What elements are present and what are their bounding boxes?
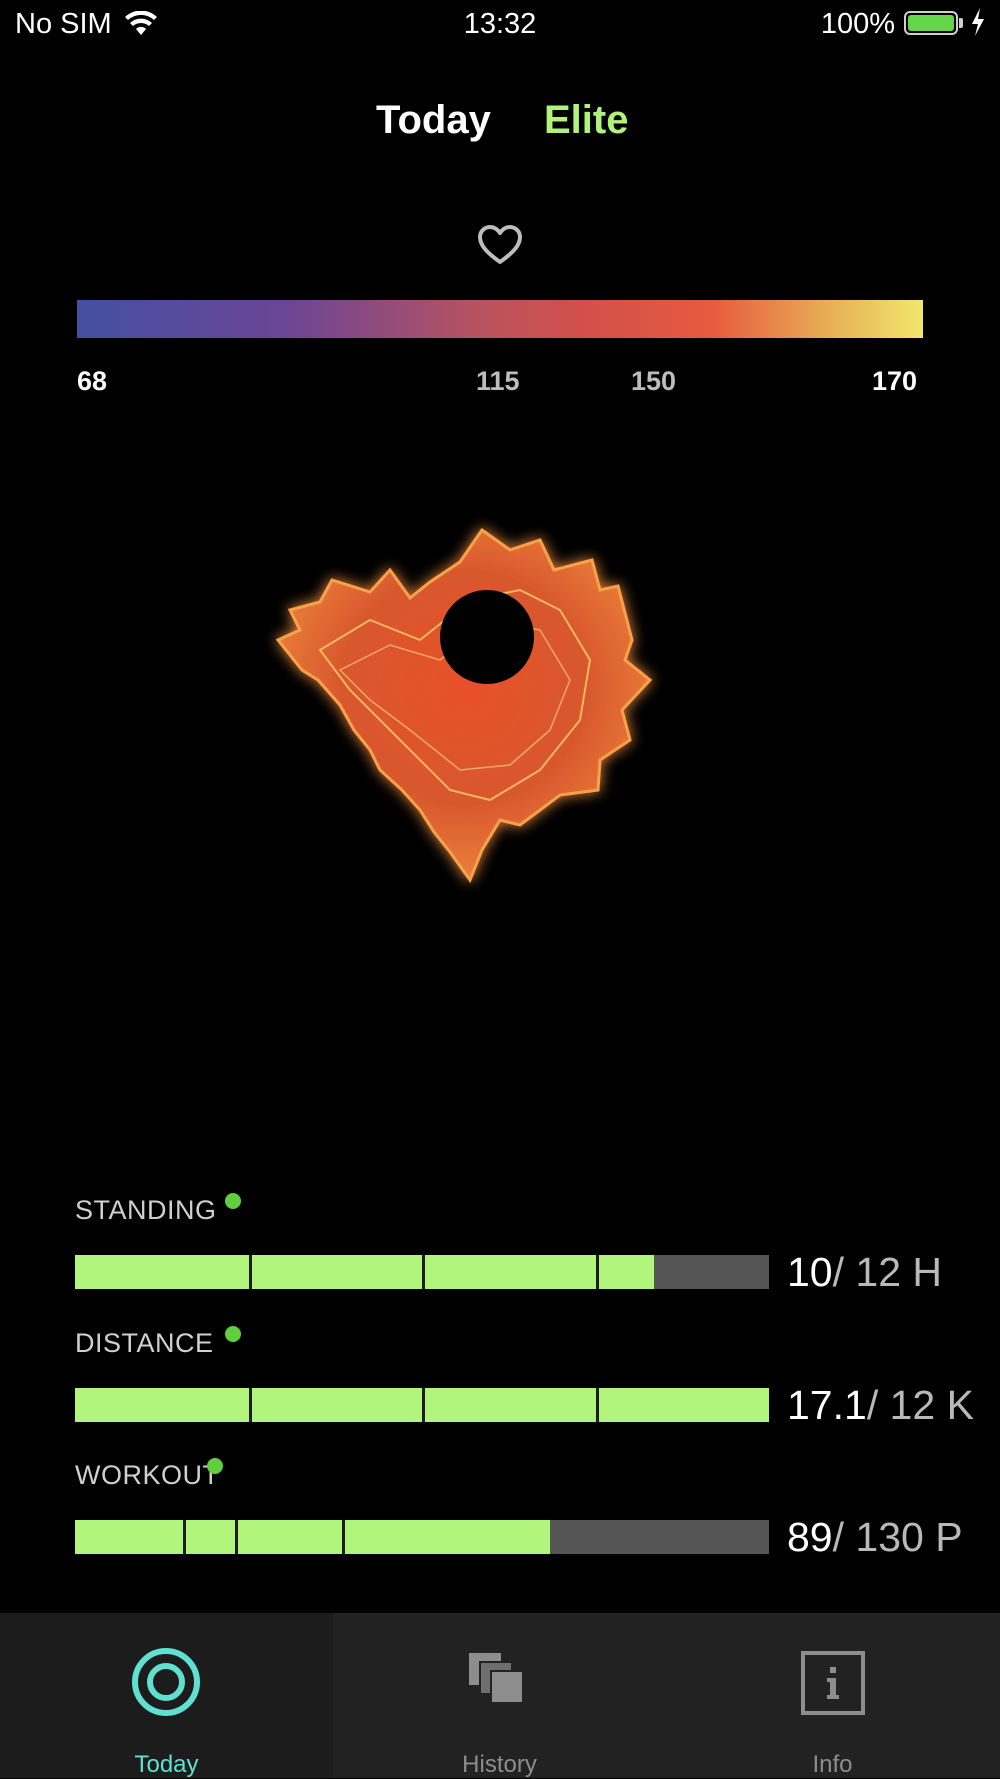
standing-progress-bar (75, 1255, 769, 1289)
distance-progress-segment-divider (595, 1388, 599, 1422)
distance-progress-segment-divider (422, 1388, 425, 1422)
distance-progress-bar (75, 1388, 769, 1422)
standing-progress-segment-divider (595, 1255, 599, 1289)
distance-label: DISTANCE (75, 1328, 214, 1358)
distance-status-dot (225, 1326, 241, 1342)
distance-value: 17.1/ 12 K (787, 1382, 974, 1429)
standing-label: STANDING (75, 1195, 217, 1225)
charging-bolt-icon (972, 8, 984, 36)
workout-progress-segment-divider (342, 1520, 346, 1554)
workout-label: WORKOUT (75, 1460, 220, 1490)
heart-rate-visualization (275, 527, 653, 884)
tab-today-label: Today (134, 1751, 199, 1778)
standing-progress-fill (75, 1255, 655, 1289)
workout-status-dot (207, 1458, 223, 1474)
workout-progress-segment-divider (234, 1520, 238, 1554)
workout-progress-segment-divider (182, 1520, 186, 1554)
header-tab-elite[interactable]: Elite (544, 98, 628, 143)
header-tab-today[interactable]: Today (376, 98, 491, 143)
tab-history-label: History (462, 1751, 537, 1778)
battery-percentage: 100% (820, 8, 895, 40)
distance-progress-segment-divider (248, 1388, 252, 1422)
heart-icon (478, 225, 522, 264)
workout-value: 89/ 130 P (787, 1514, 963, 1561)
standing-value: 10/ 12 H (787, 1249, 942, 1296)
standing-progress-segment-divider (248, 1255, 252, 1289)
target-icon (132, 1648, 200, 1716)
standing-progress-segment-divider (422, 1255, 425, 1289)
stacked-layers-icon (469, 1653, 524, 1704)
tab-bar: Today History Info (0, 1613, 1000, 1778)
scale-label-min: 68 (77, 366, 108, 396)
scale-label-max: 170 (872, 366, 918, 396)
workout-current-value: 89 (787, 1514, 833, 1560)
workout-goal-value: / 130 P (832, 1514, 963, 1560)
heart-rate-gradient-bar (77, 300, 923, 338)
standing-status-dot (225, 1193, 241, 1209)
workout-progress-bar (75, 1520, 769, 1554)
battery-cap (959, 18, 963, 28)
scale-label-high: 150 (631, 366, 677, 396)
distance-goal-value: / 12 K (866, 1382, 974, 1428)
battery-icon (904, 11, 958, 35)
tab-today[interactable]: Today (0, 1613, 333, 1778)
tab-history[interactable]: History (333, 1613, 666, 1778)
standing-current-value: 10 (787, 1249, 833, 1295)
workout-progress-fill (75, 1520, 551, 1554)
standing-goal-value: / 12 H (832, 1249, 942, 1295)
tab-info-label: Info (812, 1751, 853, 1778)
tab-info[interactable]: Info (666, 1613, 999, 1778)
distance-current-value: 17.1 (787, 1382, 867, 1428)
info-icon (801, 1651, 865, 1715)
scale-label-mid: 115 (476, 366, 520, 396)
